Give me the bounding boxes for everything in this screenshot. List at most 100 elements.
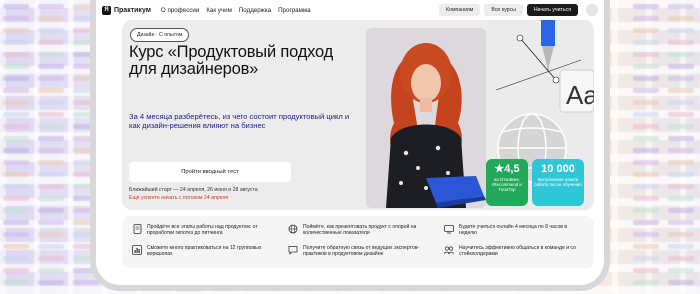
background-bar bbox=[3, 4, 29, 9]
background-bar bbox=[633, 172, 659, 177]
background-bar bbox=[633, 148, 659, 153]
logo[interactable]: Я Практикум bbox=[102, 5, 151, 15]
background-bar bbox=[3, 208, 29, 213]
background-bar bbox=[3, 280, 29, 285]
background-bar bbox=[3, 196, 29, 201]
logo-mark-icon: Я bbox=[102, 5, 111, 15]
background-bar bbox=[668, 88, 694, 93]
all-courses-button[interactable]: Все курсы bbox=[484, 4, 523, 16]
feature-text: Будете учиться онлайн 4 месяца по 8 часо… bbox=[459, 224, 568, 237]
background-bar bbox=[38, 88, 64, 93]
chat-icon bbox=[288, 245, 298, 255]
background-bar bbox=[633, 64, 659, 69]
rating-text: на Отзовике, IRecommend и TutorTop bbox=[492, 177, 522, 192]
nav-link-program[interactable]: Программа bbox=[278, 7, 310, 14]
background-bar bbox=[3, 148, 29, 153]
background-bar bbox=[668, 280, 694, 285]
background-bar bbox=[38, 232, 64, 237]
background-bar bbox=[668, 196, 694, 201]
background-bar bbox=[3, 40, 29, 45]
background-bar bbox=[3, 52, 29, 57]
companies-button[interactable]: Компаниям bbox=[439, 4, 481, 16]
background-bar bbox=[633, 52, 659, 57]
start-dates: Ближайший старт — 24 апреля, 26 июня и 2… bbox=[129, 187, 258, 193]
background-bar bbox=[3, 220, 29, 225]
chart-icon bbox=[132, 245, 142, 255]
background-bar bbox=[633, 40, 659, 45]
rating-badge: ★4,5 на Отзовике, IRecommend и TutorTop bbox=[486, 159, 528, 206]
nav-link-how-we-teach[interactable]: Как учим bbox=[206, 7, 232, 14]
background-bar bbox=[633, 244, 659, 249]
hero-card: Дизайн · С опытом Курс «Продуктовый подх… bbox=[122, 20, 594, 210]
background-bar bbox=[668, 232, 694, 237]
background-bar bbox=[73, 280, 99, 285]
features-panel: Пройдёте все этапы работы над продуктом:… bbox=[122, 216, 594, 268]
feature-item: Будете учиться онлайн 4 месяца по 8 часо… bbox=[444, 224, 584, 236]
rating-value: ★4,5 bbox=[494, 163, 520, 175]
background-bar bbox=[633, 232, 659, 237]
intro-test-button[interactable]: Пройти вводный тест bbox=[129, 162, 291, 182]
background-bar bbox=[633, 220, 659, 225]
background-bar bbox=[633, 28, 659, 33]
background-bar bbox=[3, 88, 29, 93]
graduates-badge: 10 000 выпускников нашли работу после об… bbox=[532, 159, 584, 206]
background-bar bbox=[633, 268, 659, 273]
profile-avatar[interactable] bbox=[586, 4, 598, 16]
background-bar bbox=[668, 4, 694, 9]
background-bar bbox=[668, 28, 694, 33]
monitor-icon bbox=[444, 224, 454, 234]
background-bar bbox=[668, 160, 694, 165]
background-bar bbox=[3, 76, 29, 81]
background-bar bbox=[633, 124, 659, 129]
feature-text: Поймёте, как презентовать продукт с опор… bbox=[303, 224, 417, 237]
background-bar bbox=[38, 148, 64, 153]
nav-link-support[interactable]: Поддержка bbox=[239, 7, 271, 14]
background-bar bbox=[38, 196, 64, 201]
feature-text: Пройдёте все этапы работы над продуктом:… bbox=[147, 224, 258, 237]
background-bar bbox=[633, 136, 659, 141]
background-bar bbox=[3, 136, 29, 141]
background-bar bbox=[3, 160, 29, 165]
background-bar bbox=[633, 184, 659, 189]
webpage-screen: Я Практикум О профессии Как учим Поддерж… bbox=[96, 0, 604, 285]
background-bar bbox=[633, 112, 659, 117]
background-bar bbox=[38, 220, 64, 225]
globe-icon bbox=[288, 224, 298, 234]
background-bar bbox=[633, 280, 659, 285]
background-bar bbox=[38, 244, 64, 249]
background-bar bbox=[668, 136, 694, 141]
course-tag: Дизайн · С опытом bbox=[130, 28, 190, 42]
page-title: Курс «Продуктовый подход для дизайнеров» bbox=[129, 43, 334, 78]
background-bar bbox=[668, 100, 694, 105]
star-icon: ★ bbox=[494, 163, 505, 175]
background-bar bbox=[668, 76, 694, 81]
background-bar bbox=[633, 4, 659, 9]
background-bar bbox=[668, 112, 694, 117]
background-bar bbox=[38, 160, 64, 165]
background-bar bbox=[38, 256, 64, 261]
background-bar bbox=[633, 208, 659, 213]
student-photo bbox=[366, 28, 486, 208]
background-bar bbox=[38, 268, 64, 273]
background-bar bbox=[633, 88, 659, 93]
nav-link-about[interactable]: О профессии bbox=[161, 7, 199, 14]
feature-item: Сможете много практиковаться на 12 групп… bbox=[132, 245, 272, 257]
background-bar bbox=[38, 124, 64, 129]
background-bar bbox=[633, 256, 659, 261]
start-learning-button[interactable]: Начать учиться bbox=[526, 4, 578, 16]
feature-text: Научитесь эффективно общаться в команде … bbox=[459, 245, 576, 258]
background-bar bbox=[668, 268, 694, 273]
nav-actions: Компаниям Все курсы Начать учиться bbox=[439, 4, 598, 16]
background-bar bbox=[3, 64, 29, 69]
background-bar bbox=[668, 124, 694, 129]
team-icon bbox=[444, 245, 454, 255]
background-bar bbox=[3, 112, 29, 117]
background-bar bbox=[668, 184, 694, 189]
background-bar bbox=[38, 136, 64, 141]
document-icon bbox=[132, 224, 142, 234]
pen-icon bbox=[541, 20, 555, 46]
background-bar bbox=[668, 16, 694, 21]
background-bar bbox=[38, 16, 64, 21]
background-bar bbox=[3, 28, 29, 33]
feature-item: Поймёте, как презентовать продукт с опор… bbox=[288, 224, 428, 236]
